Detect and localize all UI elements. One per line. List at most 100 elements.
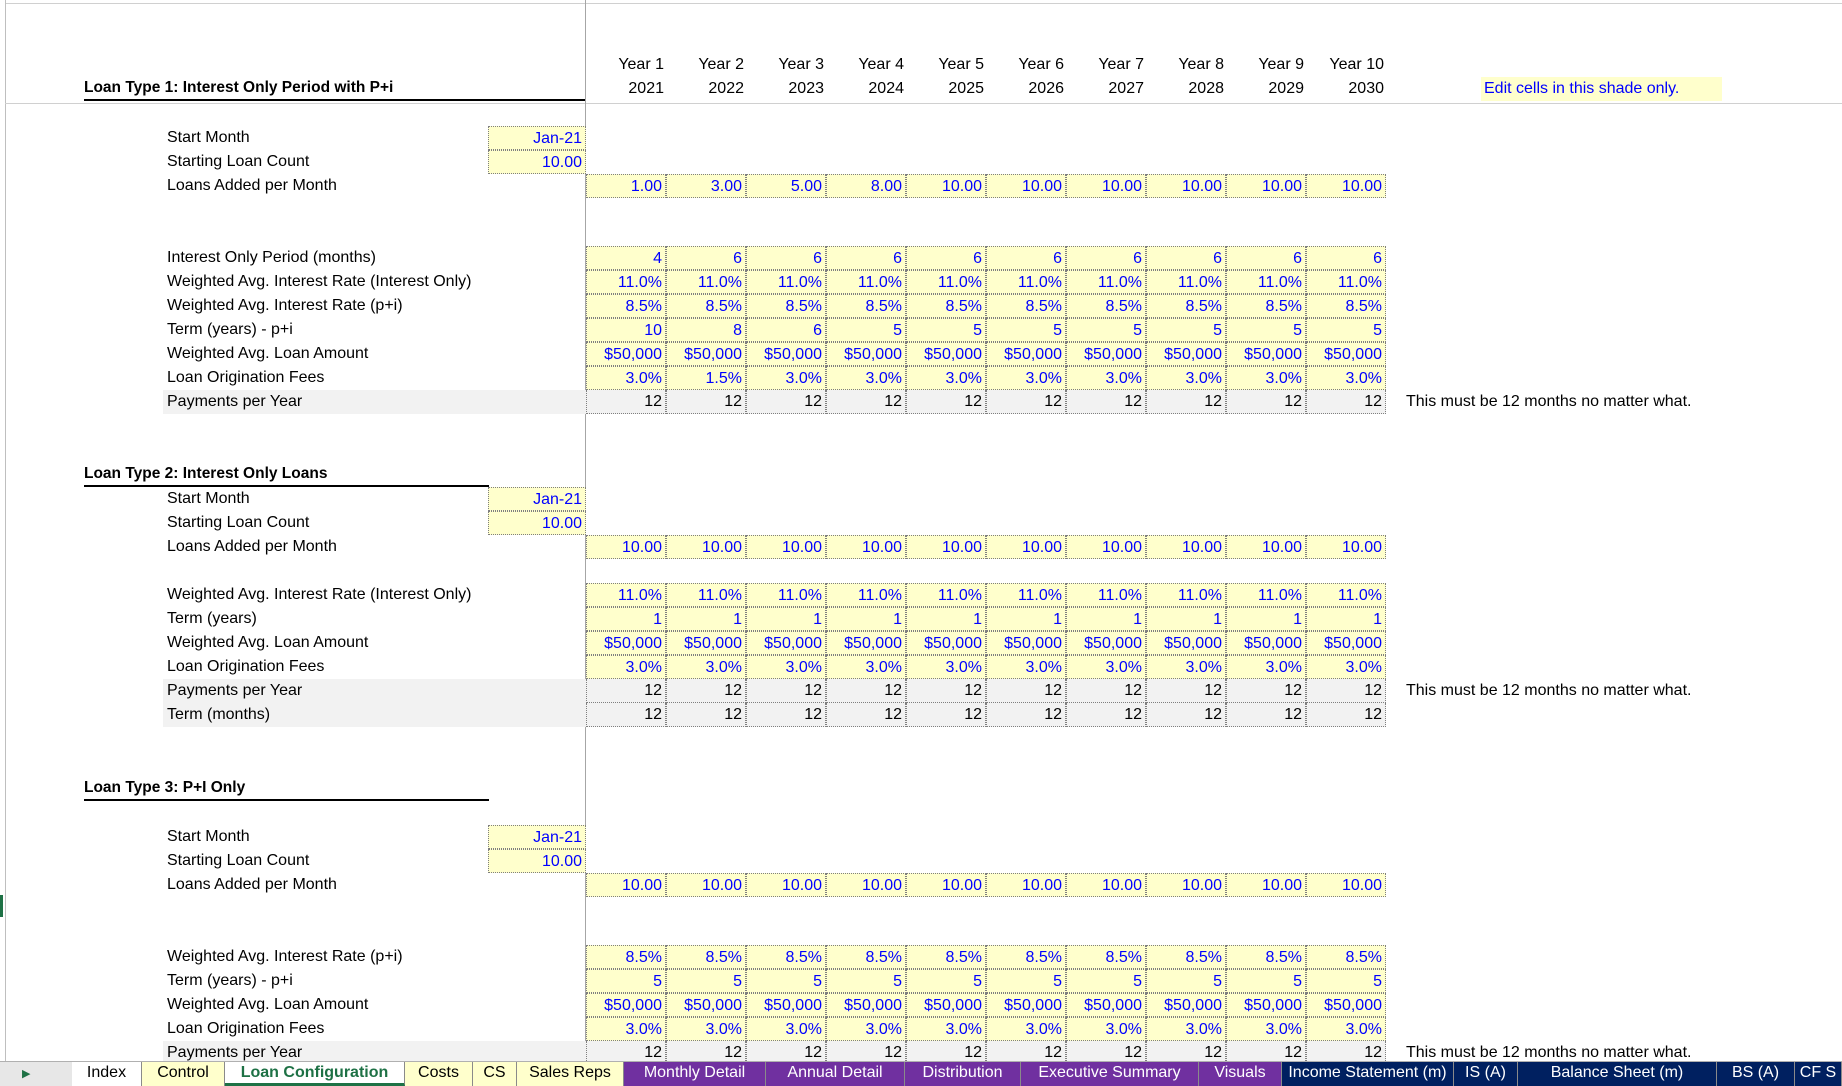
input-cell[interactable]: 5 (906, 318, 986, 342)
input-cell[interactable]: 8.5% (1146, 294, 1226, 318)
input-cell[interactable]: 10.00 (586, 535, 666, 559)
input-cell[interactable]: 10.00 (586, 873, 666, 897)
sheet-tab-costs[interactable]: Costs (405, 1062, 473, 1086)
sheet-tab-bs-a[interactable]: BS (A) (1717, 1062, 1795, 1086)
input-cell[interactable]: $50,000 (586, 993, 666, 1017)
input-cell[interactable]: 10.00 (1146, 873, 1226, 897)
input-cell[interactable]: 3.0% (746, 366, 826, 390)
sheet-tab-index[interactable]: Index (72, 1062, 142, 1086)
input-cell[interactable]: 8.5% (746, 945, 826, 969)
input-cell[interactable]: 4 (586, 246, 666, 270)
input-cell[interactable]: 3.0% (1226, 1017, 1306, 1041)
input-cell[interactable]: 10.00 (1066, 873, 1146, 897)
input-cell[interactable]: 3.0% (1306, 655, 1386, 679)
input-cell[interactable]: $50,000 (586, 342, 666, 366)
input-cell[interactable]: 11.0% (746, 270, 826, 294)
input-cell[interactable]: 8.5% (1226, 294, 1306, 318)
input-cell[interactable]: $50,000 (1306, 993, 1386, 1017)
sheet-tab-loan-configuration[interactable]: Loan Configuration (225, 1062, 405, 1086)
input-cell[interactable]: $50,000 (1066, 993, 1146, 1017)
input-cell[interactable]: 11.0% (1306, 583, 1386, 607)
input-cell[interactable]: 11.0% (1226, 583, 1306, 607)
input-cell[interactable]: 8.5% (1306, 945, 1386, 969)
input-cell[interactable]: $50,000 (906, 993, 986, 1017)
input-cell[interactable]: 8.5% (826, 945, 906, 969)
input-cell[interactable]: 3.0% (1306, 1017, 1386, 1041)
input-cell[interactable]: 11.0% (986, 583, 1066, 607)
input-cell[interactable]: 3.0% (826, 1017, 906, 1041)
input-cell[interactable]: 3.0% (1306, 366, 1386, 390)
input-cell[interactable]: 3.0% (586, 366, 666, 390)
input-cell[interactable]: 8.5% (1306, 294, 1386, 318)
input-cell[interactable]: 6 (1066, 246, 1146, 270)
input-cell[interactable]: 11.0% (826, 583, 906, 607)
input-cell[interactable]: $50,000 (1306, 631, 1386, 655)
input-cell[interactable]: 8.5% (1226, 945, 1306, 969)
input-cell[interactable]: 10.00 (1146, 535, 1226, 559)
input-cell[interactable]: 1 (1066, 607, 1146, 631)
input-cell[interactable]: 5 (666, 969, 746, 993)
input-cell[interactable]: 8.5% (986, 294, 1066, 318)
input-cell[interactable]: 10.00 (986, 174, 1066, 198)
input-cell[interactable]: 1 (986, 607, 1066, 631)
sheet-tab-monthly-detail[interactable]: Monthly Detail (624, 1062, 766, 1086)
input-cell[interactable]: $50,000 (1066, 342, 1146, 366)
input-cell[interactable]: 1.00 (586, 174, 666, 198)
input-cell[interactable]: 1 (666, 607, 746, 631)
input-cell[interactable]: 11.0% (666, 270, 746, 294)
input-cell[interactable]: 3.0% (906, 1017, 986, 1041)
input-cell[interactable]: 10.00 (986, 873, 1066, 897)
input-cell[interactable]: 6 (826, 246, 906, 270)
input-cell[interactable]: 10.00 (488, 150, 586, 174)
input-cell[interactable]: $50,000 (826, 993, 906, 1017)
input-cell[interactable]: 10.00 (826, 873, 906, 897)
input-cell[interactable]: 6 (746, 318, 826, 342)
input-cell[interactable]: Jan-21 (488, 487, 586, 511)
input-cell[interactable]: 10.00 (826, 535, 906, 559)
input-cell[interactable]: 10.00 (666, 873, 746, 897)
input-cell[interactable]: $50,000 (1146, 342, 1226, 366)
input-cell[interactable]: 3.0% (1146, 1017, 1226, 1041)
input-cell[interactable]: 3.0% (1066, 1017, 1146, 1041)
input-cell[interactable]: 8.5% (906, 945, 986, 969)
input-cell[interactable]: 5 (986, 969, 1066, 993)
input-cell[interactable]: 5 (1226, 969, 1306, 993)
input-cell[interactable]: 10.00 (1226, 535, 1306, 559)
input-cell[interactable]: 1.5% (666, 366, 746, 390)
input-cell[interactable]: 10.00 (488, 511, 586, 535)
input-cell[interactable]: 11.0% (906, 583, 986, 607)
input-cell[interactable]: 5 (826, 318, 906, 342)
input-cell[interactable]: 8.5% (586, 945, 666, 969)
input-cell[interactable]: 8.5% (666, 945, 746, 969)
input-cell[interactable]: 1 (906, 607, 986, 631)
input-cell[interactable]: $50,000 (1146, 993, 1226, 1017)
input-cell[interactable]: 10.00 (1066, 174, 1146, 198)
input-cell[interactable]: 11.0% (666, 583, 746, 607)
input-cell[interactable]: 1 (1306, 607, 1386, 631)
input-cell[interactable]: 11.0% (586, 270, 666, 294)
input-cell[interactable]: $50,000 (1066, 631, 1146, 655)
input-cell[interactable]: 3.0% (906, 366, 986, 390)
input-cell[interactable]: 10.00 (666, 535, 746, 559)
input-cell[interactable]: 5 (826, 969, 906, 993)
input-cell[interactable]: $50,000 (986, 631, 1066, 655)
input-cell[interactable]: 10.00 (1226, 873, 1306, 897)
input-cell[interactable]: 1 (586, 607, 666, 631)
input-cell[interactable]: 5 (746, 969, 826, 993)
input-cell[interactable]: 6 (1306, 246, 1386, 270)
input-cell[interactable]: 8.5% (826, 294, 906, 318)
input-cell[interactable]: 1 (746, 607, 826, 631)
input-cell[interactable]: 3.0% (986, 655, 1066, 679)
input-cell[interactable]: 8.5% (1066, 945, 1146, 969)
sheet-tab-control[interactable]: Control (142, 1062, 225, 1086)
input-cell[interactable]: $50,000 (1146, 631, 1226, 655)
input-cell[interactable]: 10.00 (746, 535, 826, 559)
input-cell[interactable]: 10.00 (1146, 174, 1226, 198)
input-cell[interactable]: 10.00 (1306, 873, 1386, 897)
input-cell[interactable]: $50,000 (986, 993, 1066, 1017)
input-cell[interactable]: 5 (1226, 318, 1306, 342)
input-cell[interactable]: 1 (1146, 607, 1226, 631)
input-cell[interactable]: Jan-21 (488, 126, 586, 150)
input-cell[interactable]: 6 (746, 246, 826, 270)
input-cell[interactable]: $50,000 (1226, 631, 1306, 655)
